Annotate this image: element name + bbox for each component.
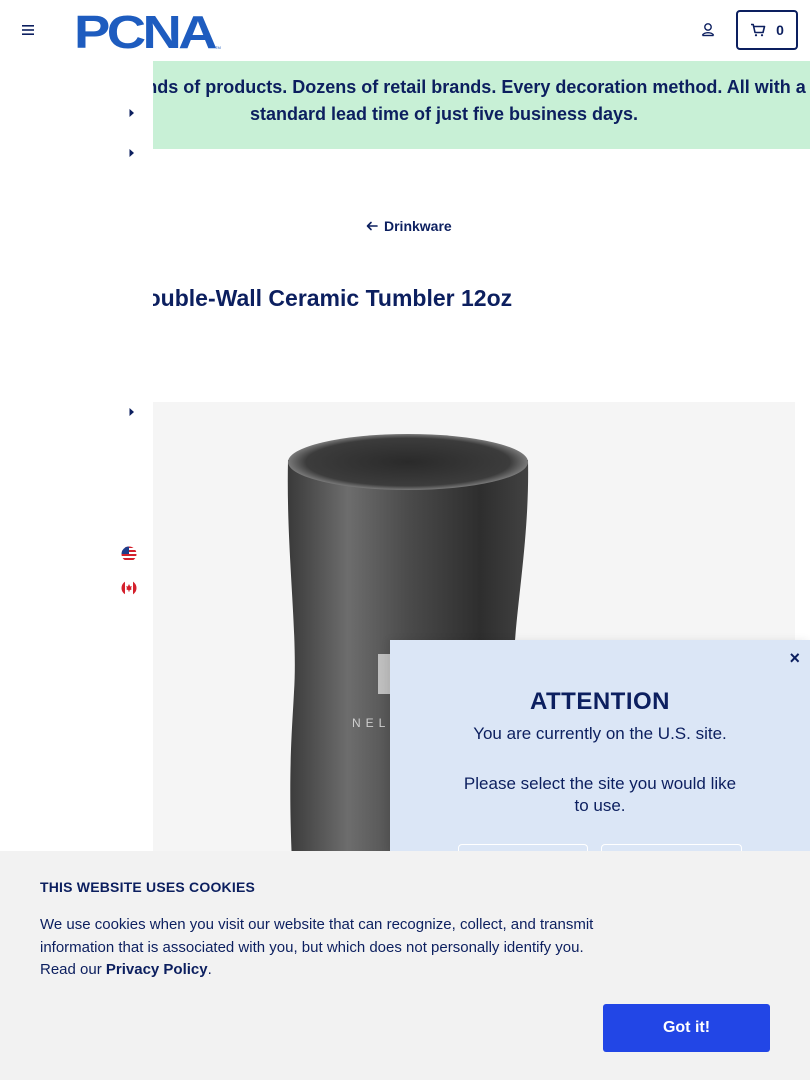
canada-flag-icon[interactable] xyxy=(121,580,137,596)
caret-right-icon[interactable] xyxy=(128,148,136,158)
caret-right-icon[interactable] xyxy=(128,108,136,118)
hamburger-menu-icon xyxy=(22,25,34,35)
logo-text: PCNA xyxy=(76,11,216,51)
privacy-policy-link[interactable]: Privacy Policy xyxy=(106,961,208,978)
arrow-left-icon xyxy=(366,221,378,231)
close-icon[interactable]: × xyxy=(789,648,800,669)
product-title: Double-Wall Ceramic Tumbler 12oz xyxy=(130,285,513,311)
pcna-logo[interactable]: PCNA TM xyxy=(74,6,224,58)
promo-text: Thousands of products. Dozens of retail … xyxy=(82,77,806,124)
site-select-modal: × ATTENTION You are currently on the U.S… xyxy=(390,640,810,854)
account-icon xyxy=(701,23,715,37)
cart-icon xyxy=(751,23,766,37)
us-flag-icon[interactable] xyxy=(121,546,137,562)
cart-count: 0 xyxy=(776,22,784,38)
modal-title: ATTENTION xyxy=(529,688,671,715)
page: PCNA TM 0 Thousands of products. Dozens … xyxy=(0,0,810,1080)
side-nav-strip xyxy=(0,61,153,851)
hamburger-menu-button[interactable] xyxy=(18,20,38,40)
accept-cookies-button[interactable]: Got it! xyxy=(603,1004,770,1052)
caret-right-icon[interactable] xyxy=(128,407,136,417)
cookie-banner: THIS WEBSITE USES COOKIES We use cookies… xyxy=(0,851,810,1080)
cookie-title: THIS WEBSITE USES COOKIES xyxy=(40,879,256,895)
modal-select-site-text: Please select the site you would like to… xyxy=(463,774,737,815)
cookie-body-end: . xyxy=(207,961,212,978)
logo-tm: TM xyxy=(215,45,221,50)
product-imprint-text: NEL xyxy=(352,716,390,730)
breadcrumb-label: Drinkware xyxy=(384,218,452,234)
modal-current-site-text: You are currently on the U.S. site. xyxy=(473,724,727,743)
breadcrumb-back-link[interactable]: Drinkware xyxy=(366,218,452,234)
cart-button[interactable]: 0 xyxy=(736,10,798,50)
site-header: PCNA TM 0 xyxy=(0,0,810,61)
cookie-body: We use cookies when you visit our websit… xyxy=(40,914,610,982)
account-button[interactable] xyxy=(698,20,718,40)
